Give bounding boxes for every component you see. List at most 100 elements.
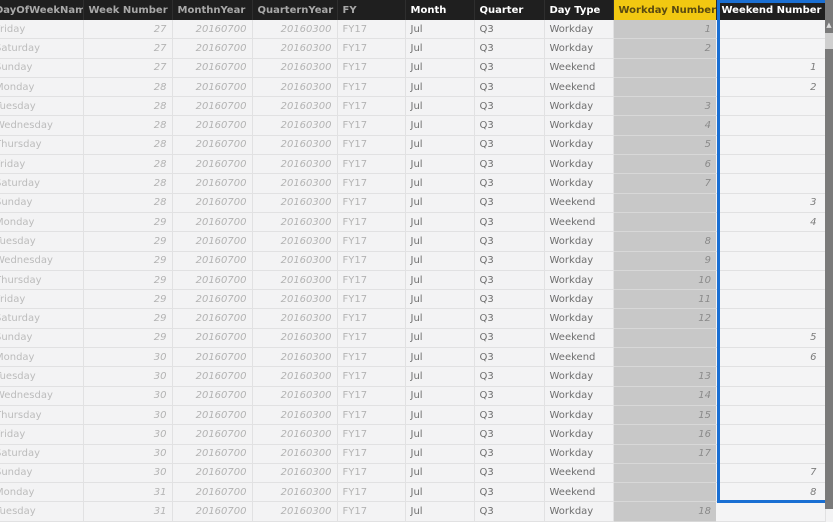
cell-quarter[interactable]: Q3 (474, 463, 545, 484)
cell-month[interactable]: Jul (405, 58, 475, 78)
cell-month[interactable]: Jul (405, 386, 475, 406)
cell-month[interactable]: Jul (405, 96, 475, 117)
cell-quarteryear[interactable]: 20160300 (252, 347, 338, 368)
cell-monthyear[interactable]: 20160700 (172, 173, 253, 194)
cell-workday[interactable]: 14 (613, 386, 716, 406)
cell-monthyear[interactable]: 20160700 (172, 270, 253, 291)
cell-weekend[interactable]: 5 (716, 328, 826, 349)
cell-month[interactable]: Jul (405, 289, 475, 310)
cell-week[interactable]: 27 (83, 38, 173, 59)
column-header-daytype[interactable]: Day Type (544, 0, 614, 20)
cell-dayname[interactable]: Thursday (0, 135, 84, 156)
cell-week[interactable]: 31 (83, 501, 173, 522)
cell-weekend[interactable] (716, 501, 826, 522)
cell-fy[interactable]: FY17 (337, 501, 406, 522)
cell-quarter[interactable]: Q3 (474, 231, 545, 252)
cell-fy[interactable]: FY17 (337, 444, 406, 464)
cell-quarteryear[interactable]: 20160300 (252, 308, 338, 329)
cell-week[interactable]: 27 (83, 58, 173, 78)
cell-daytype[interactable]: Workday (544, 501, 614, 522)
cell-workday[interactable]: 4 (613, 115, 716, 136)
cell-quarteryear[interactable]: 20160300 (252, 328, 338, 349)
cell-quarteryear[interactable]: 20160300 (252, 424, 338, 445)
column-header-quarteryear[interactable]: QuarternYear (252, 0, 338, 20)
cell-week[interactable]: 28 (83, 173, 173, 194)
cell-dayname[interactable]: Wednesday (0, 386, 84, 406)
cell-workday[interactable] (613, 77, 716, 98)
cell-dayname[interactable]: Friday (0, 424, 84, 445)
cell-month[interactable]: Jul (405, 444, 475, 464)
cell-fy[interactable]: FY17 (337, 482, 406, 503)
cell-daytype[interactable]: Weekend (544, 77, 614, 98)
cell-workday[interactable]: 11 (613, 289, 716, 310)
cell-workday[interactable] (613, 463, 716, 484)
cell-weekend[interactable] (716, 270, 826, 291)
column-header-month[interactable]: Month (405, 0, 475, 20)
cell-dayname[interactable]: Thursday (0, 405, 84, 426)
cell-weekend[interactable] (716, 20, 826, 40)
cell-workday[interactable]: 13 (613, 366, 716, 387)
cell-monthyear[interactable]: 20160700 (172, 463, 253, 484)
cell-fy[interactable]: FY17 (337, 463, 406, 484)
cell-quarter[interactable]: Q3 (474, 173, 545, 194)
cell-monthyear[interactable]: 20160700 (172, 77, 253, 98)
cell-dayname[interactable]: Thursday (0, 270, 84, 291)
cell-weekend[interactable] (716, 366, 826, 387)
cell-month[interactable]: Jul (405, 212, 475, 233)
cell-quarteryear[interactable]: 20160300 (252, 270, 338, 291)
cell-month[interactable]: Jul (405, 347, 475, 368)
cell-monthyear[interactable]: 20160700 (172, 20, 253, 40)
cell-quarteryear[interactable]: 20160300 (252, 482, 338, 503)
cell-monthyear[interactable]: 20160700 (172, 115, 253, 136)
cell-weekend[interactable]: 6 (716, 347, 826, 368)
cell-quarteryear[interactable]: 20160300 (252, 135, 338, 156)
cell-daytype[interactable]: Workday (544, 308, 614, 329)
cell-fy[interactable]: FY17 (337, 270, 406, 291)
cell-quarter[interactable]: Q3 (474, 251, 545, 271)
cell-fy[interactable]: FY17 (337, 308, 406, 329)
cell-monthyear[interactable]: 20160700 (172, 405, 253, 426)
cell-quarter[interactable]: Q3 (474, 347, 545, 368)
cell-quarteryear[interactable]: 20160300 (252, 289, 338, 310)
cell-week[interactable]: 28 (83, 77, 173, 98)
column-header-week[interactable]: Week Number (83, 0, 173, 20)
cell-dayname[interactable]: Wednesday (0, 115, 84, 136)
cell-month[interactable]: Jul (405, 424, 475, 445)
column-header-weekend[interactable]: Weekend Number (716, 0, 826, 20)
vertical-scrollbar[interactable] (825, 0, 833, 509)
cell-workday[interactable]: 10 (613, 270, 716, 291)
cell-dayname[interactable]: Sunday (0, 58, 84, 78)
cell-quarter[interactable]: Q3 (474, 20, 545, 40)
cell-daytype[interactable]: Weekend (544, 482, 614, 503)
cell-quarteryear[interactable]: 20160300 (252, 444, 338, 464)
cell-daytype[interactable]: Workday (544, 38, 614, 59)
cell-dayname[interactable]: Saturday (0, 444, 84, 464)
cell-month[interactable]: Jul (405, 366, 475, 387)
cell-quarter[interactable]: Q3 (474, 58, 545, 78)
cell-workday[interactable]: 2 (613, 38, 716, 59)
cell-weekend[interactable] (716, 251, 826, 271)
cell-daytype[interactable]: Workday (544, 444, 614, 464)
cell-quarteryear[interactable]: 20160300 (252, 405, 338, 426)
cell-fy[interactable]: FY17 (337, 115, 406, 136)
cell-quarter[interactable]: Q3 (474, 444, 545, 464)
cell-week[interactable]: 28 (83, 154, 173, 175)
cell-dayname[interactable]: Sunday (0, 193, 84, 213)
cell-week[interactable]: 30 (83, 463, 173, 484)
cell-weekend[interactable] (716, 173, 826, 194)
cell-fy[interactable]: FY17 (337, 251, 406, 271)
cell-quarter[interactable]: Q3 (474, 193, 545, 213)
cell-daytype[interactable]: Weekend (544, 193, 614, 213)
cell-quarter[interactable]: Q3 (474, 154, 545, 175)
cell-quarteryear[interactable]: 20160300 (252, 58, 338, 78)
cell-weekend[interactable] (716, 38, 826, 59)
cell-monthyear[interactable]: 20160700 (172, 212, 253, 233)
cell-fy[interactable]: FY17 (337, 20, 406, 40)
cell-quarteryear[interactable]: 20160300 (252, 231, 338, 252)
cell-month[interactable]: Jul (405, 251, 475, 271)
cell-week[interactable]: 28 (83, 193, 173, 213)
cell-weekend[interactable]: 2 (716, 77, 826, 98)
cell-dayname[interactable]: Wednesday (0, 251, 84, 271)
cell-dayname[interactable]: Saturday (0, 38, 84, 59)
cell-daytype[interactable]: Workday (544, 20, 614, 40)
